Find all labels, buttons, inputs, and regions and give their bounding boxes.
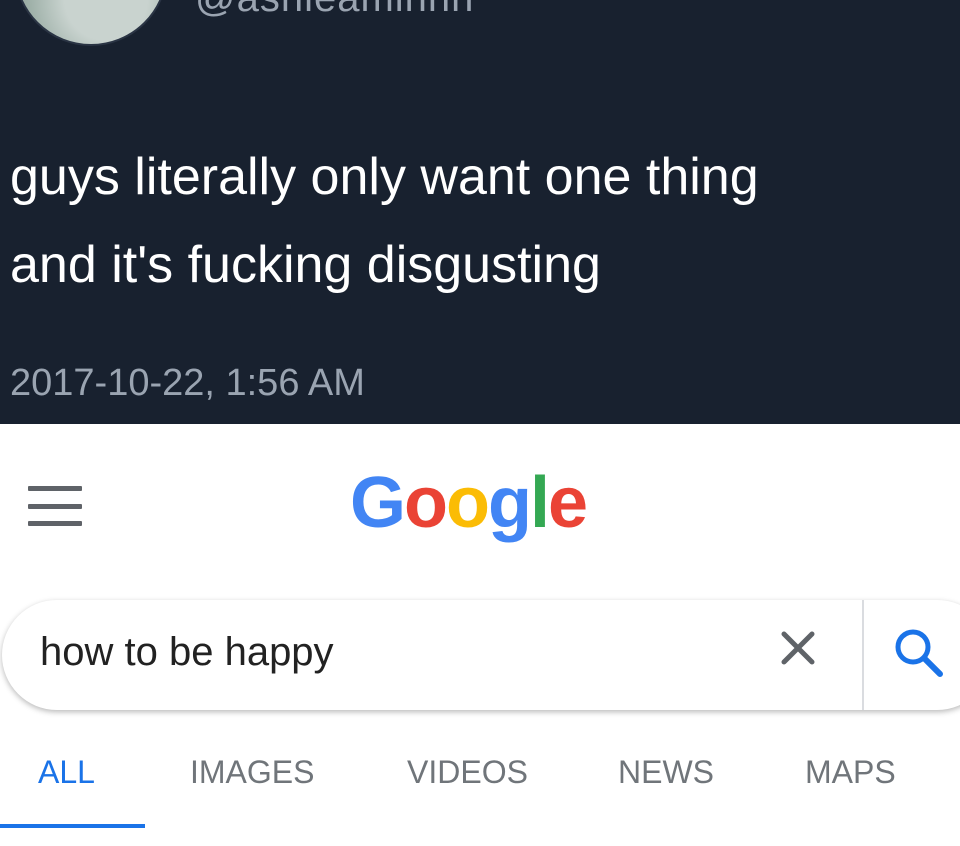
active-tab-indicator <box>0 824 145 828</box>
logo-letter: l <box>529 463 550 543</box>
tweet-text-line: guys literally only want one thing <box>10 148 759 206</box>
tab-maps[interactable]: MAPS <box>805 754 896 791</box>
tweet-text-line: and it's fucking disgusting <box>10 236 601 294</box>
google-logo[interactable]: Google <box>350 462 588 544</box>
logo-letter: e <box>547 463 588 543</box>
search-input[interactable] <box>40 630 680 675</box>
tweet-text: guys literally only want one thing and i… <box>10 133 950 309</box>
tab-videos[interactable]: VIDEOS <box>407 754 528 791</box>
search-icon[interactable] <box>890 624 946 680</box>
logo-letter: o <box>446 463 490 543</box>
hamburger-menu-icon[interactable] <box>28 486 82 526</box>
logo-letter: g <box>487 463 532 543</box>
tab-news[interactable]: NEWS <box>618 754 714 791</box>
tab-all[interactable]: ALL <box>38 754 95 791</box>
tweet-timestamp[interactable]: 2017-10-22, 1:56 AM <box>10 362 365 405</box>
logo-letter: o <box>404 463 448 543</box>
search-divider <box>862 600 864 710</box>
avatar[interactable] <box>14 0 168 46</box>
user-handle[interactable]: @ashleaminnn <box>195 0 474 21</box>
tab-images[interactable]: IMAGES <box>190 754 314 791</box>
close-icon[interactable] <box>772 622 824 674</box>
tweet: @ashleaminnn guys literally only want on… <box>0 0 960 424</box>
google-search-page: Google ALL IMAGES VIDEOS NEWS MAPS <box>0 424 960 846</box>
search-box <box>2 600 960 710</box>
search-tabs: ALL IMAGES VIDEOS NEWS MAPS <box>0 754 960 846</box>
logo-letter: G <box>350 463 406 543</box>
